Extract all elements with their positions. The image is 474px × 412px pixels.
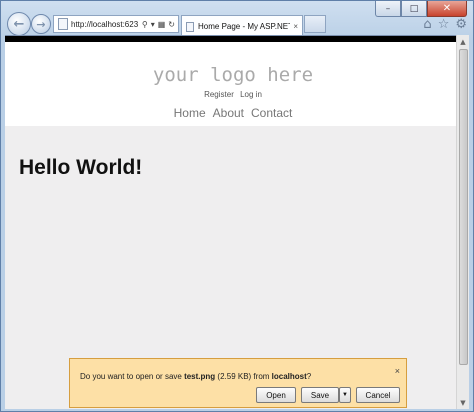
site-logo[interactable]: your logo here: [5, 42, 461, 86]
download-filename: test.png: [184, 372, 216, 381]
back-arrow-icon: ←: [13, 16, 25, 32]
login-links: Register Log in: [5, 90, 461, 99]
tab-title: Home Page - My ASP.NET ...: [198, 22, 291, 31]
download-notification-bar: Do you want to open or save test.png (2.…: [69, 358, 407, 408]
tab-close-icon[interactable]: ×: [293, 22, 298, 31]
dropdown-icon[interactable]: ▾: [151, 20, 155, 29]
register-link[interactable]: Register: [204, 90, 234, 99]
address-text[interactable]: http://localhost:623: [71, 20, 139, 29]
command-icons: ⌂ ☆ ⚙: [423, 17, 467, 32]
address-tools: ⚲ ▾ ▦ ↻: [139, 20, 178, 29]
page-icon: [58, 18, 68, 30]
scroll-down-arrow-icon[interactable]: ▼: [457, 396, 469, 409]
new-tab-button[interactable]: [304, 15, 326, 33]
tab-page-icon: [186, 21, 194, 32]
refresh-icon[interactable]: ↻: [168, 20, 175, 29]
gear-icon[interactable]: ⚙: [455, 17, 467, 32]
download-host: localhost: [271, 372, 307, 381]
save-button[interactable]: Save: [301, 387, 339, 403]
tab-home-page[interactable]: Home Page - My ASP.NET ... ×: [181, 15, 303, 37]
search-icon[interactable]: ⚲: [142, 20, 148, 29]
open-button[interactable]: Open: [256, 387, 296, 403]
forward-arrow-icon: →: [36, 17, 46, 31]
download-size: (2.59 KB): [217, 372, 252, 381]
page-heading: Hello World!: [19, 156, 143, 179]
download-message: Do you want to open or save test.png (2.…: [80, 372, 311, 381]
download-prefix: Do you want to open or save: [80, 372, 185, 381]
compatibility-icon[interactable]: ▦: [158, 20, 166, 29]
toolbar: ← → http://localhost:623 ⚲ ▾ ▦ ↻ Home Pa…: [5, 11, 469, 37]
login-link[interactable]: Log in: [240, 90, 262, 99]
menu-item-about[interactable]: About: [213, 106, 244, 120]
site-header: your logo here Register Log in Home Abou…: [5, 42, 461, 126]
home-icon[interactable]: ⌂: [423, 17, 431, 32]
scroll-up-arrow-icon[interactable]: ▲: [457, 35, 469, 48]
forward-button[interactable]: →: [31, 14, 51, 34]
browser-window: – □ ✕ ← → http://localhost:623 ⚲ ▾ ▦ ↻ H…: [0, 0, 474, 412]
download-mid: from: [251, 372, 272, 381]
scroll-thumb[interactable]: [459, 49, 468, 365]
download-suffix: ?: [306, 372, 312, 381]
notification-close-icon[interactable]: ×: [395, 366, 400, 376]
back-button[interactable]: ←: [7, 12, 31, 36]
save-dropdown-icon[interactable]: ▼: [339, 387, 351, 403]
cancel-button[interactable]: Cancel: [356, 387, 400, 403]
address-bar[interactable]: http://localhost:623 ⚲ ▾ ▦ ↻: [53, 15, 179, 33]
menu-item-contact[interactable]: Contact: [251, 106, 292, 120]
page-viewport: your logo here Register Log in Home Abou…: [5, 35, 461, 409]
page-content: Hello World!: [5, 126, 461, 210]
menu-item-home[interactable]: Home: [174, 106, 206, 120]
main-menu: Home About Contact: [5, 106, 461, 120]
vertical-scrollbar[interactable]: ▲ ▼: [456, 35, 469, 409]
star-icon[interactable]: ☆: [438, 17, 450, 32]
